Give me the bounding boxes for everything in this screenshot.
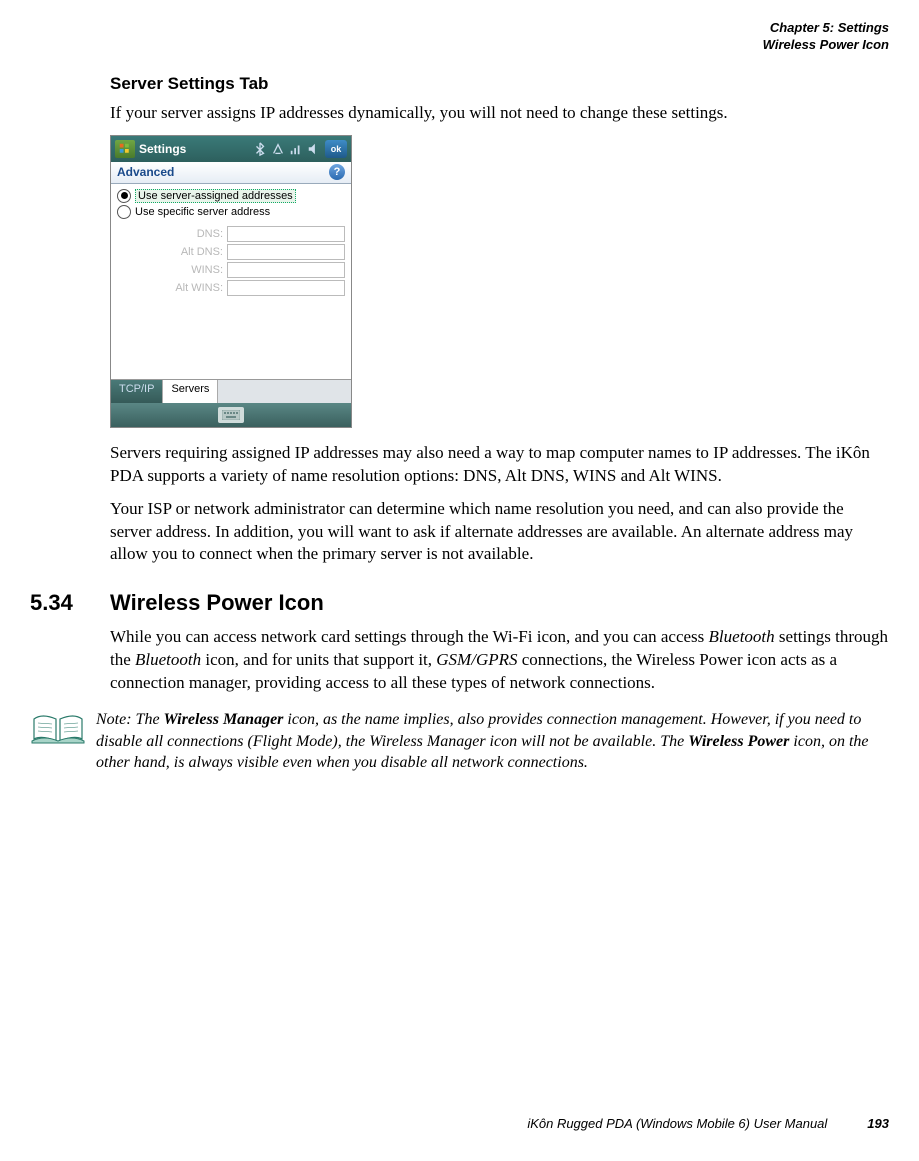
page-number: 193 xyxy=(867,1116,889,1131)
tab-servers[interactable]: Servers xyxy=(163,380,218,403)
radio-label: Use server-assigned addresses xyxy=(135,189,296,203)
dns-input[interactable] xyxy=(227,226,345,242)
tab-tcpip[interactable]: TCP/IP xyxy=(111,380,163,403)
wins-field-row: WINS: xyxy=(117,262,345,278)
nb1: Wireless Manager xyxy=(164,711,284,728)
page-header: Chapter 5: Settings Wireless Power Icon xyxy=(30,20,889,54)
section-ref-label: Wireless Power Icon xyxy=(30,37,889,54)
alt-dns-field-row: Alt DNS: xyxy=(117,244,345,260)
bottom-tabs: TCP/IP Servers xyxy=(111,379,351,403)
bluetooth-icon[interactable] xyxy=(253,142,267,156)
wins-input[interactable] xyxy=(227,262,345,278)
note-book-icon xyxy=(30,709,86,774)
settings-screenshot: Settings ok Advanced ? Use server-assign… xyxy=(110,135,352,428)
keyboard-icon[interactable] xyxy=(218,407,244,423)
bluetooth-term: Bluetooth xyxy=(709,627,775,646)
section-534-para: While you can access network card settin… xyxy=(110,626,889,695)
radio-icon xyxy=(117,189,131,203)
dns-field-row: DNS: xyxy=(117,226,345,242)
alt-dns-input[interactable] xyxy=(227,244,345,260)
manual-title: iKôn Rugged PDA (Windows Mobile 6) User … xyxy=(527,1116,827,1131)
volume-icon[interactable] xyxy=(307,142,321,156)
radio-label: Use specific server address xyxy=(135,206,270,218)
radio-specific-address[interactable]: Use specific server address xyxy=(117,204,345,220)
server-settings-para3: Your ISP or network administrator can de… xyxy=(110,498,889,567)
server-settings-intro: If your server assigns IP addresses dyna… xyxy=(110,102,889,125)
p1: While you can access network card settin… xyxy=(110,627,709,646)
settings-body: Use server-assigned addresses Use specif… xyxy=(111,184,351,379)
bluetooth-term2: Bluetooth xyxy=(135,650,201,669)
radio-icon xyxy=(117,205,131,219)
note-prefix: Note: xyxy=(96,711,136,728)
note-block: Note: The Wireless Manager icon, as the … xyxy=(30,709,889,774)
tab-header-label: Advanced xyxy=(117,165,174,179)
alt-wins-input[interactable] xyxy=(227,280,345,296)
gsm-term: GSM/GPRS xyxy=(436,650,517,669)
tab-header: Advanced ? xyxy=(111,162,351,184)
p3: icon, and for units that support it, xyxy=(201,650,436,669)
note-text: Note: The Wireless Manager icon, as the … xyxy=(96,709,889,774)
alt-dns-label: Alt DNS: xyxy=(167,246,223,258)
section-title: Wireless Power Icon xyxy=(110,590,324,616)
section-number: 5.34 xyxy=(30,590,110,616)
help-icon[interactable]: ? xyxy=(329,164,345,180)
connection-icon[interactable] xyxy=(271,142,285,156)
start-icon[interactable] xyxy=(115,140,135,158)
server-settings-para2: Servers requiring assigned IP addresses … xyxy=(110,442,889,488)
page-footer: iKôn Rugged PDA (Windows Mobile 6) User … xyxy=(30,1116,889,1131)
wins-label: WINS: xyxy=(167,264,223,276)
section-534-heading: 5.34 Wireless Power Icon xyxy=(30,590,889,616)
softkey-bar xyxy=(111,403,351,427)
tray-icons xyxy=(253,142,321,156)
ok-button[interactable]: ok xyxy=(325,140,347,158)
nb2: Wireless Power xyxy=(688,733,789,750)
chapter-label: Chapter 5: Settings xyxy=(30,20,889,37)
dns-label: DNS: xyxy=(167,228,223,240)
window-title: Settings xyxy=(139,142,249,156)
alt-wins-field-row: Alt WINS: xyxy=(117,280,345,296)
titlebar: Settings ok xyxy=(111,136,351,162)
nt1: The xyxy=(136,711,164,728)
alt-wins-label: Alt WINS: xyxy=(167,282,223,294)
signal-icon[interactable] xyxy=(289,142,303,156)
server-settings-heading: Server Settings Tab xyxy=(110,74,889,94)
radio-server-assigned[interactable]: Use server-assigned addresses xyxy=(117,188,345,204)
